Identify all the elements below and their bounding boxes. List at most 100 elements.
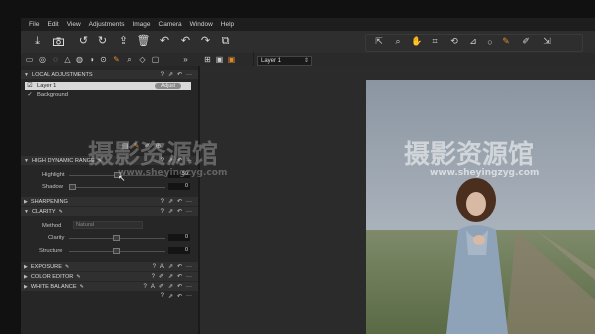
redo-icon[interactable]: ↷ [199, 35, 212, 48]
menu-window[interactable]: Window [190, 21, 213, 28]
help-icon[interactable]: ? [144, 284, 147, 290]
picker-small-icon[interactable]: ✐ [159, 283, 164, 290]
help-icon[interactable]: ? [161, 293, 164, 300]
local-adjustments-header[interactable]: ▼ LOCAL ADJUSTMENTS ? ⇗ ↶ ··· [21, 70, 198, 79]
reset-icon[interactable]: ↶ [177, 273, 182, 280]
collapse-triangle-icon: ▼ [24, 208, 29, 215]
export-icon[interactable]: ⇪ [117, 35, 130, 48]
structure-value[interactable]: 0 [168, 247, 190, 254]
collapse-triangle-icon: ▼ [24, 157, 29, 164]
tab-composition-icon[interactable]: △ [63, 55, 72, 64]
tab-metadata-icon[interactable]: ◇ [138, 55, 147, 64]
reset-icon[interactable]: ↶ [177, 263, 182, 270]
more-icon[interactable]: ··· [186, 274, 192, 280]
shadow-slider-track[interactable] [69, 187, 165, 188]
reset-icon[interactable]: ↶ [177, 283, 182, 290]
method-dropdown[interactable]: Natural [73, 221, 143, 229]
layer-row-1[interactable]: ☑ Layer 1 Adjust [25, 82, 191, 90]
trash-icon[interactable]: 🗑 [137, 35, 151, 48]
auto-icon[interactable]: A [160, 264, 164, 270]
more-icon[interactable]: ··· [186, 264, 192, 270]
copy-adjust-icon[interactable]: ⇗ [168, 263, 173, 270]
white-balance-header[interactable]: ▶ WHITE BALANCE ✎ ? A ✐ ⇗ ↶ ··· [21, 282, 198, 291]
loupe-icon[interactable]: ⌕ [393, 36, 403, 47]
undo-alt-icon[interactable]: ↶ [179, 35, 192, 48]
grid-view-icon[interactable]: ⊞ [203, 55, 212, 64]
mask-view-icon[interactable]: ▣ [227, 55, 236, 64]
spot-icon[interactable]: ○ [485, 36, 495, 47]
help-icon[interactable]: ? [161, 72, 164, 78]
tab-color-icon[interactable]: ◍ [75, 55, 84, 64]
brush-icon[interactable]: ✎ [501, 36, 511, 47]
help-icon[interactable]: ? [152, 274, 155, 280]
copy-adjust-icon[interactable]: ⇗ [168, 198, 173, 205]
tab-adjustments-icon[interactable]: ⌕ [125, 55, 134, 64]
import-icon[interactable]: ⤓ [31, 35, 44, 48]
menu-adjustments[interactable]: Adjustments [89, 21, 125, 28]
more-icon[interactable]: ··· [186, 72, 192, 78]
exposure-header[interactable]: ▶ EXPOSURE ✎ ? A ⇗ ↶ ··· [21, 262, 198, 271]
copy-adjust-icon[interactable]: ⇗ [168, 71, 173, 78]
keystone-icon[interactable]: ⊿ [468, 36, 478, 47]
tab-exposure-icon[interactable]: ◑ [87, 55, 96, 64]
tab-library-icon[interactable]: ▭ [25, 55, 34, 64]
tab-output-icon[interactable]: ▢ [151, 55, 160, 64]
structure-slider-knob[interactable] [113, 248, 120, 254]
help-icon[interactable]: ? [153, 264, 156, 270]
checkbox-icon[interactable]: ☑ [27, 83, 33, 89]
copy-icon[interactable]: ⧉ [219, 35, 232, 48]
menu-view[interactable]: View [67, 21, 81, 28]
sharpening-header[interactable]: ▶ SHARPENING ? ⇗ ↶ ··· [21, 197, 198, 206]
hand-icon[interactable]: ✋ [411, 36, 422, 47]
layer-row-background[interactable]: ✓ Background [25, 91, 191, 99]
shadow-slider-knob[interactable] [69, 184, 76, 190]
single-view-icon[interactable]: ▣ [215, 55, 224, 64]
photo-preview[interactable] [366, 80, 595, 334]
pan-icon[interactable]: ⇱ [374, 36, 384, 47]
checkbox-icon[interactable]: ✓ [27, 92, 33, 98]
menu-file[interactable]: File [29, 21, 39, 28]
tab-local-adjustments-icon[interactable]: ✎ [112, 55, 121, 64]
menu-help[interactable]: Help [221, 21, 234, 28]
brush-small-icon: ✎ [79, 283, 84, 290]
rotate-icon[interactable]: ⟲ [449, 36, 459, 47]
menu-edit[interactable]: Edit [47, 21, 58, 28]
clarity-slider-knob[interactable] [113, 235, 120, 241]
reset-icon[interactable]: ↶ [177, 198, 182, 205]
mouse-cursor-icon: ↖ [118, 173, 126, 183]
auto-icon[interactable]: A [151, 284, 155, 290]
tab-lens-icon[interactable]: ◌ [51, 55, 60, 64]
layer-list: ☑ Layer 1 Adjust ✓ Background [25, 82, 192, 106]
more-icon[interactable]: ··· [186, 293, 192, 300]
clarity-value[interactable]: 0 [168, 234, 190, 241]
reset-icon[interactable]: ↶ [177, 208, 182, 215]
shadow-value[interactable]: 0 [168, 183, 190, 190]
tab-capture-icon[interactable]: ◎ [38, 55, 47, 64]
copy-apply-icon[interactable]: ⇲ [542, 36, 552, 47]
help-icon[interactable]: ? [161, 209, 164, 215]
more-icon[interactable]: ··· [186, 209, 192, 215]
crop-icon[interactable]: ⌗ [430, 36, 440, 47]
rotate-right-icon[interactable]: ↻ [96, 35, 109, 48]
copy-adjust-icon[interactable]: ⇗ [168, 208, 173, 215]
tab-details-icon[interactable]: ⊙ [99, 55, 108, 64]
help-icon[interactable]: ? [161, 199, 164, 205]
picker-icon[interactable]: ✐ [521, 36, 531, 47]
color-editor-header[interactable]: ▶ COLOR EDITOR ✎ ? ✐ ⇗ ↶ ··· [21, 272, 198, 281]
menu-camera[interactable]: Camera [159, 21, 182, 28]
camera-icon[interactable] [52, 35, 65, 48]
reset-icon[interactable]: ↶ [177, 71, 182, 78]
copy-adjust-icon[interactable]: ⇗ [168, 283, 173, 290]
clarity-header[interactable]: ▼ CLARITY ✎ ? ⇗ ↶ ··· [21, 207, 198, 216]
more-icon[interactable]: ··· [186, 284, 192, 290]
rotate-left-icon[interactable]: ↺ [77, 35, 90, 48]
more-icon[interactable]: ··· [186, 199, 192, 205]
layer-dropdown[interactable]: Layer 1 ⇕ [257, 56, 312, 66]
tab-more-icon[interactable]: » [181, 55, 190, 64]
copy-adjust-icon[interactable]: ⇗ [168, 293, 173, 300]
picker-small-icon[interactable]: ✐ [159, 273, 164, 280]
menu-image[interactable]: Image [132, 21, 150, 28]
reset-icon[interactable]: ↶ [177, 293, 182, 300]
copy-adjust-icon[interactable]: ⇗ [168, 273, 173, 280]
undo-icon[interactable]: ↶ [158, 35, 171, 48]
